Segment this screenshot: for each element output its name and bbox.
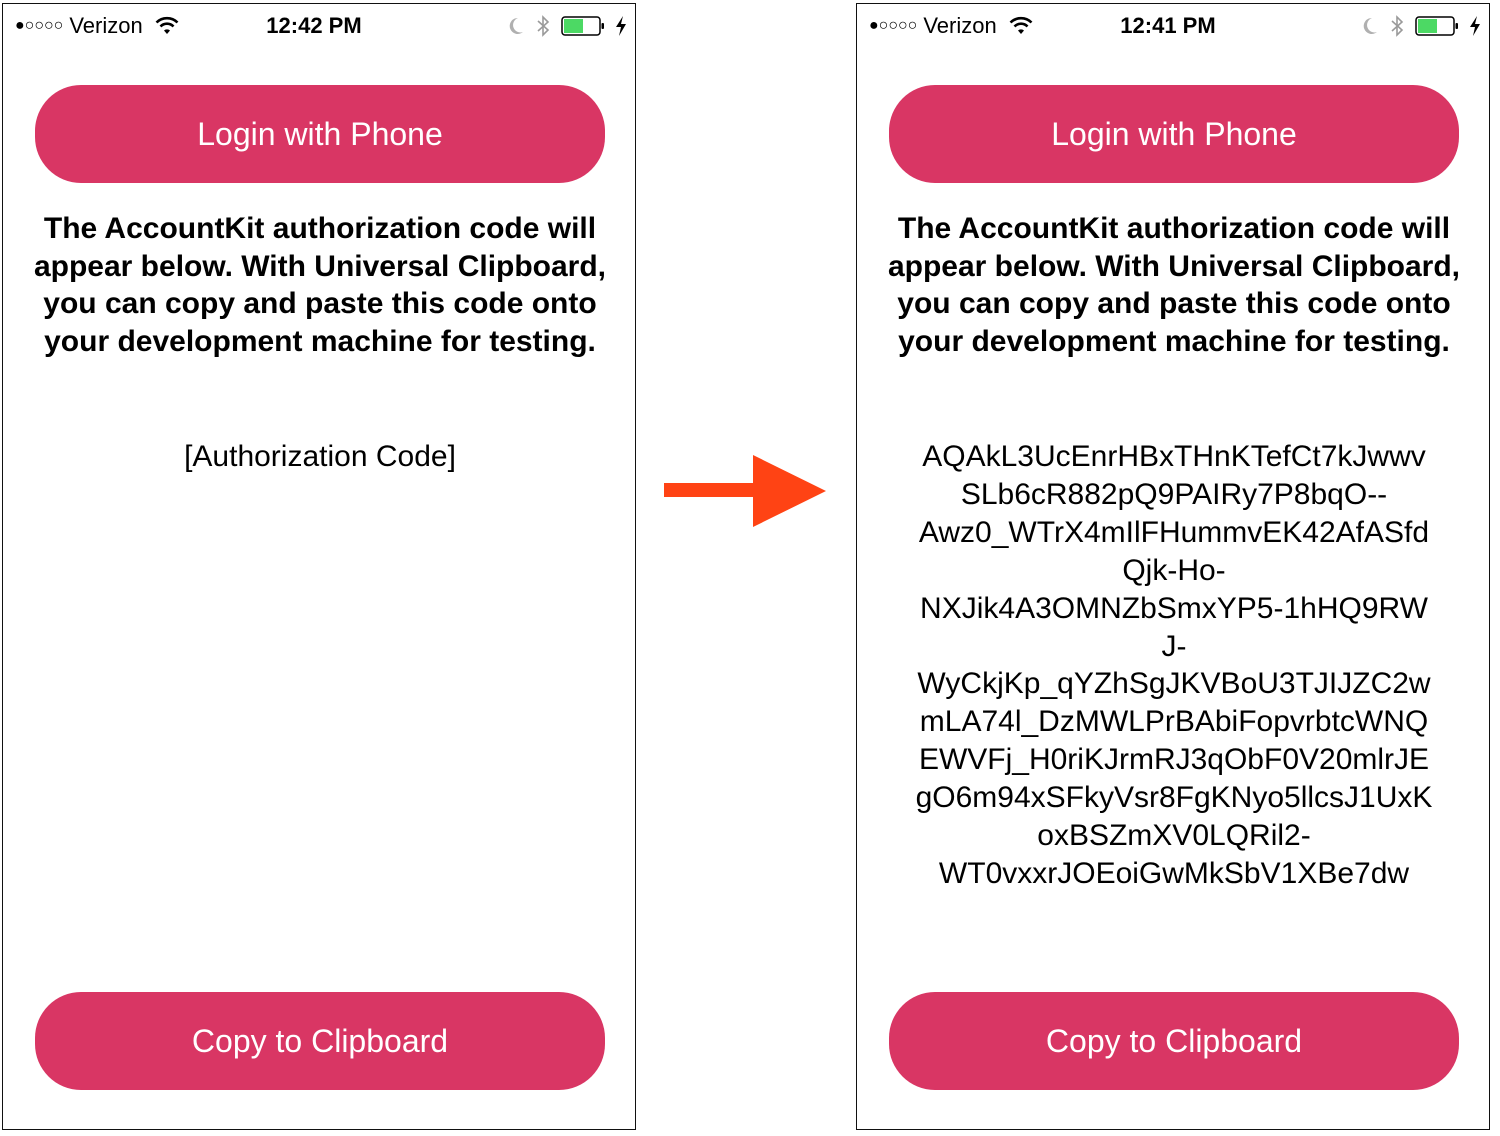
battery-icon: [1415, 16, 1458, 36]
authorization-code[interactable]: AQAkL3UcEnrHBxTHnKTefCt7kJwwv SLb6cR882p…: [887, 438, 1461, 893]
do-not-disturb-moon-icon: [1363, 17, 1377, 34]
login-with-phone-button[interactable]: Login with Phone: [889, 85, 1459, 183]
code-line: AQAkL3UcEnrHBxTHnKTefCt7kJwwv: [922, 440, 1426, 473]
code-line: oxBSZmXV0LQRil2-: [1037, 819, 1311, 853]
instructions-text: The AccountKit authorization code will a…: [887, 212, 1461, 358]
battery-icon: [561, 16, 604, 36]
phone-screen-before: ●○○○○ Verizon 12:42 PM Login with Phone …: [2, 3, 636, 1130]
code-line: WT0vxxrJOEoiGwMkSbV1XBe7dw: [938, 856, 1410, 890]
code-line: EWVFj_H0riKJrmRJ3qObF0V20mlrJE: [918, 743, 1430, 777]
copy-to-clipboard-button[interactable]: Copy to Clipboard: [35, 992, 605, 1090]
charging-bolt-icon: [616, 16, 626, 36]
charging-bolt-icon: [1470, 16, 1480, 36]
status-bar: ●○○○○ Verizon 12:42 PM: [3, 4, 635, 48]
code-line: J-: [1161, 629, 1187, 663]
bluetooth-icon: [1391, 15, 1404, 37]
code-line: Awz0_WTrX4mIlFHummvEK42AfASfd: [918, 515, 1430, 549]
instructions-text: The AccountKit authorization code will a…: [33, 212, 607, 358]
code-line: WyCkjKp_qYZhSgJKVBoU3TJIJZC2w: [917, 667, 1431, 701]
code-line: NXJik4A3OMNZbSmxYP5-1hHQ9RW: [920, 591, 1428, 625]
status-bar: ●○○○○ Verizon 12:41 PM: [857, 4, 1489, 48]
code-line: Qjk-Ho-: [1122, 553, 1226, 587]
do-not-disturb-moon-icon: [509, 17, 523, 34]
code-line: mLA74l_DzMWLPrBAbiFopvrbtcWNQ: [919, 705, 1429, 739]
code-line: gO6m94xSFkyVsr8FgKNyo5llcsJ1UxK: [915, 781, 1433, 815]
login-with-phone-button[interactable]: Login with Phone: [35, 85, 605, 183]
phone-screen-after: ●○○○○ Verizon 12:41 PM Login with Phone …: [856, 3, 1490, 1130]
right-arrow-icon: [664, 455, 826, 527]
code-line: [Authorization Code]: [184, 440, 456, 473]
bluetooth-icon: [537, 15, 550, 37]
copy-to-clipboard-button[interactable]: Copy to Clipboard: [889, 992, 1459, 1090]
authorization-code-placeholder[interactable]: [Authorization Code]: [33, 438, 607, 476]
code-line: SLb6cR882pQ9PAIRy7P8bqO--: [960, 477, 1388, 511]
